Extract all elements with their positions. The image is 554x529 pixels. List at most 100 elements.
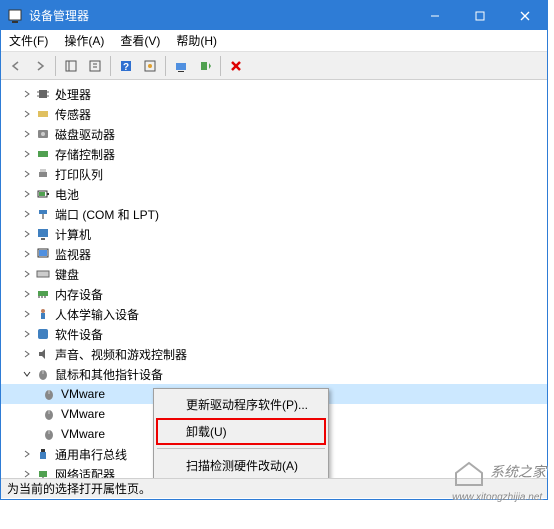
properties-button[interactable]: [84, 55, 106, 77]
forward-button[interactable]: [29, 55, 51, 77]
minimize-button[interactable]: [412, 1, 457, 30]
update-driver-button[interactable]: [170, 55, 192, 77]
menu-uninstall[interactable]: 卸载(U): [156, 418, 326, 445]
chevron-right-icon: [21, 248, 33, 260]
tree-label: 传感器: [55, 106, 91, 123]
menu-update-driver[interactable]: 更新驱动程序软件(P)...: [156, 391, 326, 418]
tree-item-mice[interactable]: 鼠标和其他指针设备: [1, 364, 547, 384]
maximize-button[interactable]: [457, 1, 502, 30]
memory-icon: [35, 286, 51, 302]
help-button[interactable]: ?: [115, 55, 137, 77]
tree-item-processors[interactable]: 处理器: [1, 84, 547, 104]
menu-separator: [157, 448, 325, 449]
chevron-right-icon: [21, 168, 33, 180]
scan-hardware-button[interactable]: [194, 55, 216, 77]
tree-item-monitors[interactable]: 监视器: [1, 244, 547, 264]
separator: [55, 56, 56, 76]
port-icon: [35, 206, 51, 222]
menu-action[interactable]: 操作(A): [56, 30, 112, 51]
software-icon: [35, 326, 51, 342]
tree-label: 人体学输入设备: [55, 306, 139, 323]
mouse-icon: [35, 366, 51, 382]
app-icon: [7, 8, 23, 24]
tree-label: 网络适配器: [55, 466, 115, 479]
back-button[interactable]: [5, 55, 27, 77]
tree-item-storage-controllers[interactable]: 存储控制器: [1, 144, 547, 164]
device-manager-window: 设备管理器 文件(F) 操作(A) 查看(V) 帮助(H) ? 处理器 传感器 …: [0, 0, 548, 500]
separator: [165, 56, 166, 76]
menu-file[interactable]: 文件(F): [1, 30, 56, 51]
monitor-icon: [35, 246, 51, 262]
svg-text:?: ?: [123, 62, 129, 73]
separator: [110, 56, 111, 76]
context-menu: 更新驱动程序软件(P)... 卸载(U) 扫描检测硬件改动(A) 属性(R): [153, 388, 329, 478]
printer-icon: [35, 166, 51, 182]
chevron-right-icon: [21, 288, 33, 300]
chevron-right-icon: [21, 448, 33, 460]
hid-icon: [35, 306, 51, 322]
mouse-icon: [41, 406, 57, 422]
menubar: 文件(F) 操作(A) 查看(V) 帮助(H): [1, 30, 547, 52]
chevron-right-icon: [21, 208, 33, 220]
network-icon: [35, 466, 51, 478]
show-hide-tree-button[interactable]: [60, 55, 82, 77]
action-button[interactable]: [139, 55, 161, 77]
mouse-icon: [41, 386, 57, 402]
chevron-right-icon: [21, 188, 33, 200]
tree-item-sensors[interactable]: 传感器: [1, 104, 547, 124]
chevron-right-icon: [21, 328, 33, 340]
tree-label: 电池: [55, 186, 79, 203]
tree-label: 计算机: [55, 226, 91, 243]
chevron-right-icon: [21, 348, 33, 360]
chevron-right-icon: [21, 88, 33, 100]
sensor-icon: [35, 106, 51, 122]
tree-label: 鼠标和其他指针设备: [55, 366, 163, 383]
tree-item-ports[interactable]: 端口 (COM 和 LPT): [1, 204, 547, 224]
keyboard-icon: [35, 266, 51, 282]
chevron-right-icon: [21, 128, 33, 140]
tree-item-sound[interactable]: 声音、视频和游戏控制器: [1, 344, 547, 364]
tree-label: 打印队列: [55, 166, 103, 183]
chevron-right-icon: [21, 148, 33, 160]
chevron-right-icon: [21, 268, 33, 280]
titlebar: 设备管理器: [1, 1, 547, 30]
tree-label: 软件设备: [55, 326, 103, 343]
disk-icon: [35, 126, 51, 142]
status-text: 为当前的选择打开属性页。: [7, 480, 151, 497]
menu-view[interactable]: 查看(V): [112, 30, 168, 51]
tree-label: 监视器: [55, 246, 91, 263]
tree-item-batteries[interactable]: 电池: [1, 184, 547, 204]
toolbar: ?: [1, 52, 547, 80]
cpu-icon: [35, 86, 51, 102]
tree-label: 处理器: [55, 86, 91, 103]
uninstall-button[interactable]: [225, 55, 247, 77]
tree-label: VMware: [61, 407, 105, 421]
usb-icon: [35, 446, 51, 462]
tree-item-keyboards[interactable]: 键盘: [1, 264, 547, 284]
controller-icon: [35, 146, 51, 162]
tree-item-computer[interactable]: 计算机: [1, 224, 547, 244]
menu-scan-hardware[interactable]: 扫描检测硬件改动(A): [156, 452, 326, 478]
tree-label: 端口 (COM 和 LPT): [55, 206, 159, 223]
tree-item-print-queues[interactable]: 打印队列: [1, 164, 547, 184]
chevron-right-icon: [21, 108, 33, 120]
tree-item-hid[interactable]: 人体学输入设备: [1, 304, 547, 324]
speaker-icon: [35, 346, 51, 362]
statusbar: 为当前的选择打开属性页。: [1, 478, 547, 498]
tree-label: 声音、视频和游戏控制器: [55, 346, 187, 363]
tree-item-memory[interactable]: 内存设备: [1, 284, 547, 304]
tree-item-disk-drives[interactable]: 磁盘驱动器: [1, 124, 547, 144]
close-button[interactable]: [502, 1, 547, 30]
tree-label: VMware: [61, 387, 105, 401]
tree-label: 内存设备: [55, 286, 103, 303]
tree-label: 磁盘驱动器: [55, 126, 115, 143]
computer-icon: [35, 226, 51, 242]
tree-label: VMware: [61, 427, 105, 441]
menu-help[interactable]: 帮助(H): [168, 30, 225, 51]
tree-item-software-devices[interactable]: 软件设备: [1, 324, 547, 344]
tree-label: 存储控制器: [55, 146, 115, 163]
window-title: 设备管理器: [29, 7, 412, 24]
chevron-right-icon: [21, 308, 33, 320]
chevron-right-icon: [21, 468, 33, 478]
device-tree[interactable]: 处理器 传感器 磁盘驱动器 存储控制器 打印队列 电池 端口 (COM 和 LP…: [1, 80, 547, 478]
